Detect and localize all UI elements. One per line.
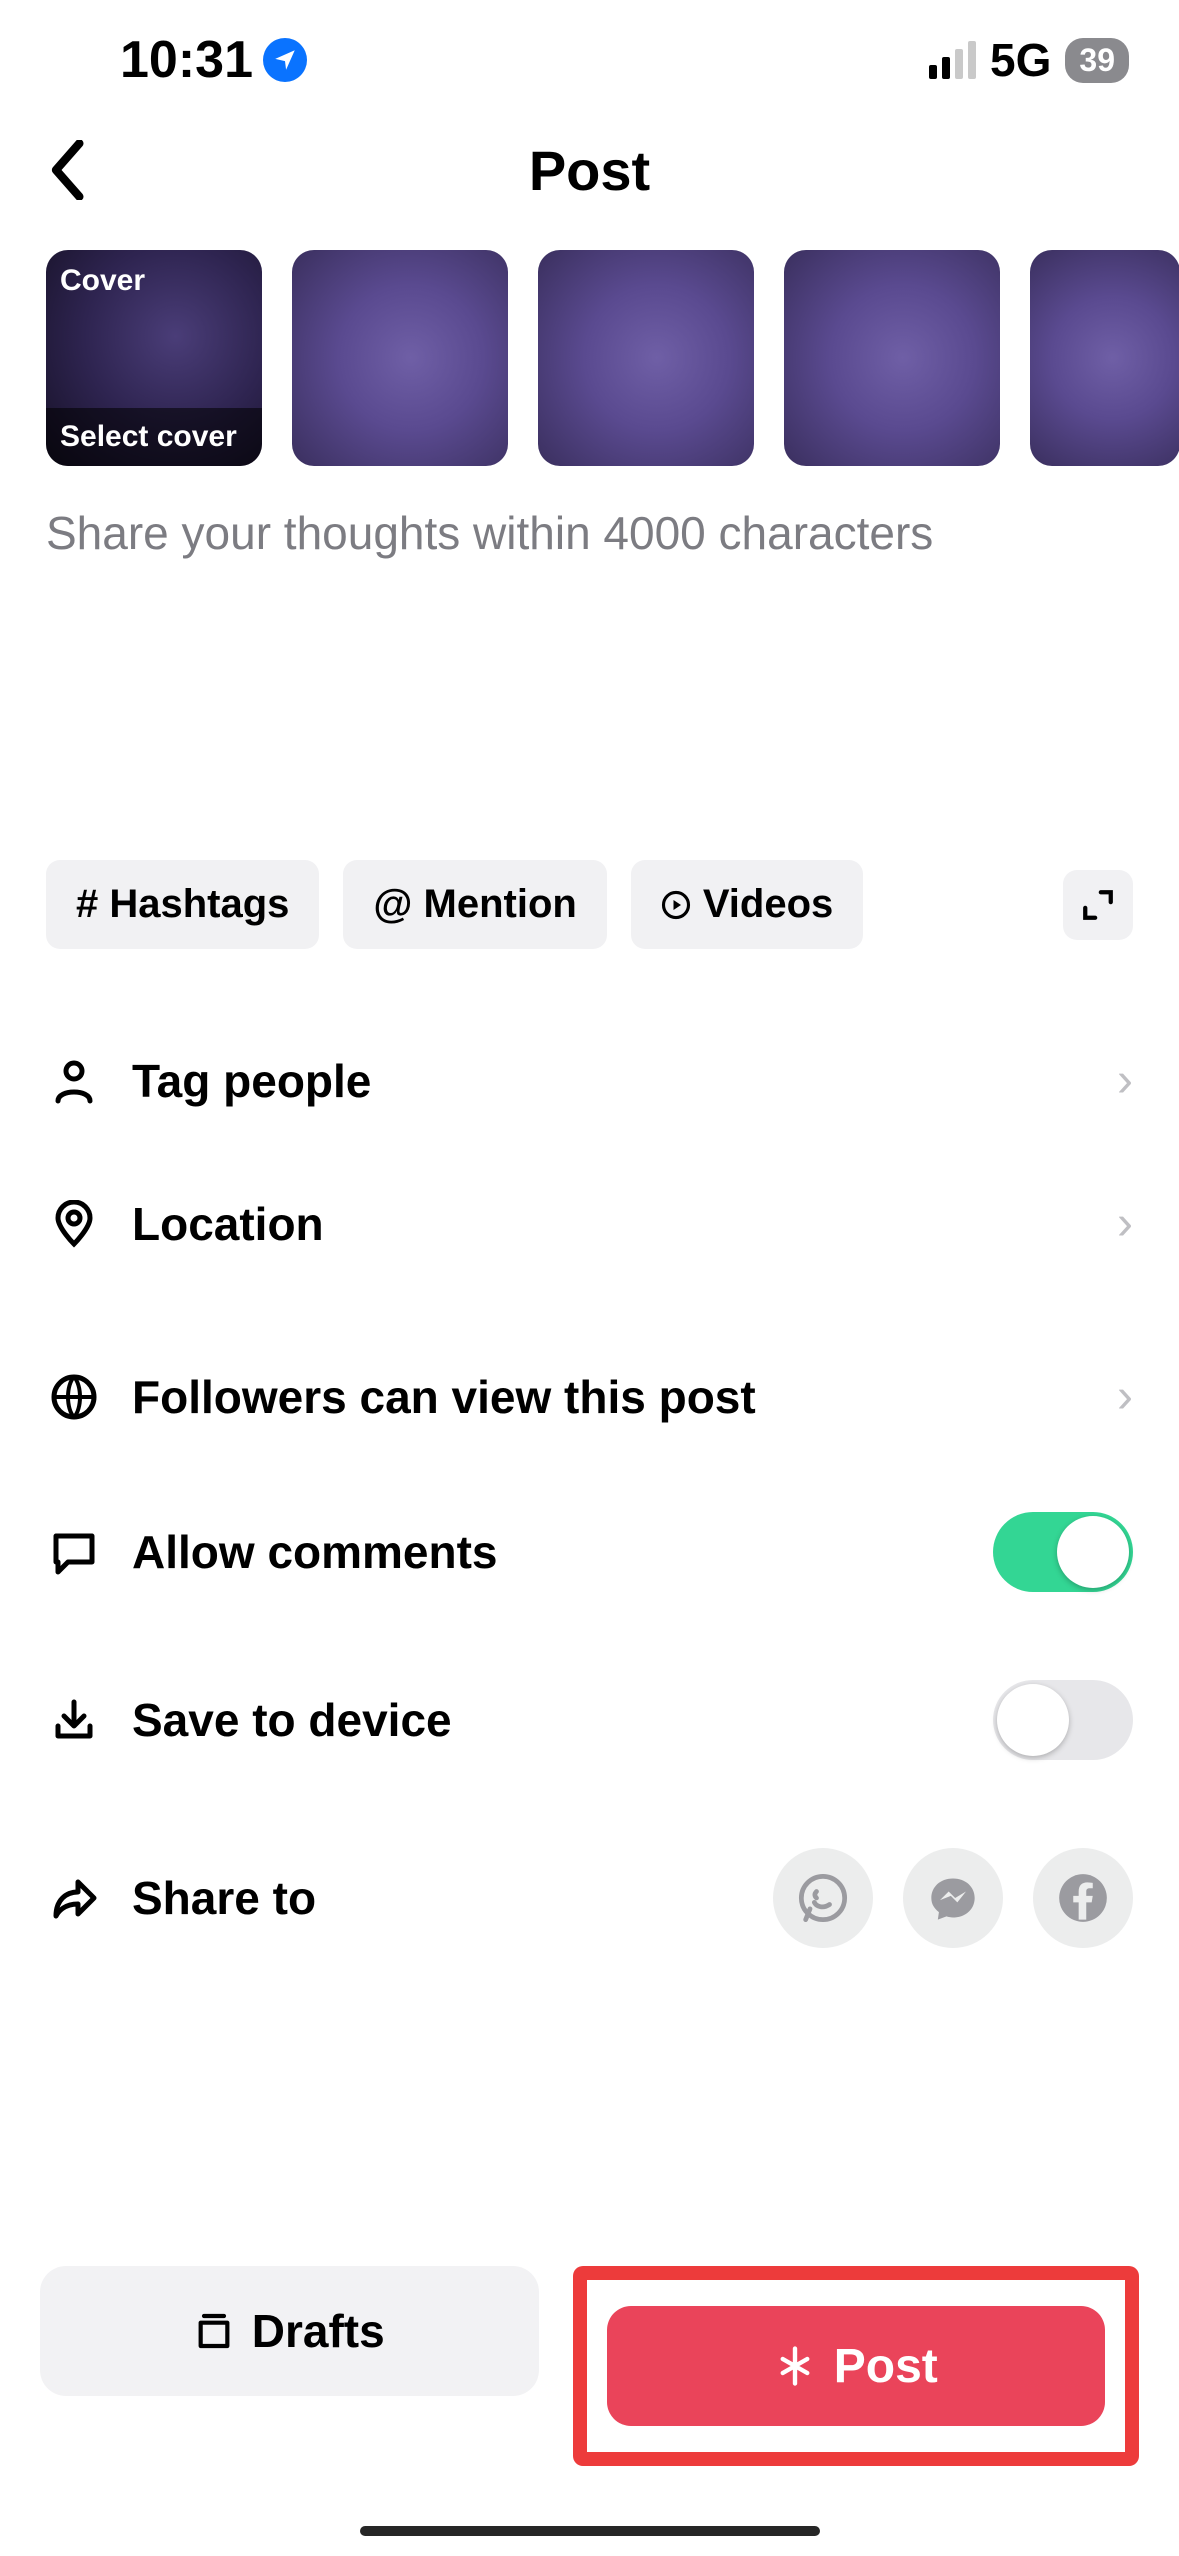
back-button[interactable] <box>46 140 86 200</box>
globe-icon <box>46 1373 102 1421</box>
options-list: Tag people › Location › Followers can vi… <box>0 1009 1179 1992</box>
save-device-label: Save to device <box>132 1693 963 1747</box>
post-button[interactable]: Post <box>607 2306 1106 2426</box>
chips-row: # Hashtags @ Mention Videos <box>0 860 1179 949</box>
cellular-signal-icon <box>929 41 976 79</box>
tag-people-row[interactable]: Tag people › <box>46 1009 1133 1152</box>
post-button-label: Post <box>834 2339 938 2394</box>
share-to-row: Share to <box>46 1804 1133 1992</box>
status-left: 10:31 <box>120 30 307 90</box>
save-device-toggle[interactable] <box>993 1680 1133 1760</box>
caption-placeholder: Share your thoughts within 4000 characte… <box>46 506 1133 560</box>
network-label: 5G <box>990 33 1051 87</box>
whatsapp-share-button[interactable] <box>773 1848 873 1948</box>
chevron-right-icon: › <box>1117 1369 1133 1424</box>
play-icon <box>661 890 691 920</box>
allow-comments-label: Allow comments <box>132 1525 963 1579</box>
mention-chip[interactable]: @ Mention <box>343 860 606 949</box>
photo-thumbnail[interactable] <box>784 250 1000 466</box>
videos-chip[interactable]: Videos <box>631 860 863 949</box>
home-indicator <box>360 2526 820 2536</box>
post-button-highlight: Post <box>573 2266 1140 2466</box>
drafts-button-label: Drafts <box>252 2304 385 2358</box>
location-services-icon <box>263 38 307 82</box>
messenger-share-button[interactable] <box>903 1848 1003 1948</box>
select-cover-label: Select cover <box>46 408 262 466</box>
person-icon <box>46 1057 102 1105</box>
page-title: Post <box>529 138 650 203</box>
photo-thumbnail[interactable] <box>1030 250 1179 466</box>
allow-comments-row: Allow comments <box>46 1468 1133 1636</box>
facebook-share-button[interactable] <box>1033 1848 1133 1948</box>
status-bar: 10:31 5G 39 <box>0 0 1179 110</box>
drafts-icon <box>194 2311 234 2351</box>
chevron-right-icon: › <box>1117 1053 1133 1108</box>
header: Post <box>0 110 1179 230</box>
location-pin-icon <box>46 1200 102 1248</box>
mention-chip-label: @ Mention <box>373 882 576 927</box>
videos-chip-label: Videos <box>703 882 833 927</box>
battery-badge: 39 <box>1065 38 1129 83</box>
status-time: 10:31 <box>120 30 253 90</box>
save-device-row: Save to device <box>46 1636 1133 1804</box>
privacy-label: Followers can view this post <box>132 1370 1087 1424</box>
cover-label: Cover <box>60 264 145 298</box>
caption-input[interactable]: Share your thoughts within 4000 characte… <box>0 486 1179 580</box>
share-targets <box>773 1848 1133 1948</box>
cover-thumbnail[interactable]: Cover Select cover <box>46 250 262 466</box>
share-arrow-icon <box>46 1874 102 1922</box>
location-label: Location <box>132 1197 1087 1251</box>
chevron-right-icon: › <box>1117 1196 1133 1251</box>
hashtags-chip-label: # Hashtags <box>76 882 289 927</box>
photo-thumbnail[interactable] <box>538 250 754 466</box>
bottom-action-bar: Drafts Post <box>0 2266 1179 2466</box>
download-icon <box>46 1696 102 1744</box>
hashtags-chip[interactable]: # Hashtags <box>46 860 319 949</box>
comment-icon <box>46 1528 102 1576</box>
allow-comments-toggle[interactable] <box>993 1512 1133 1592</box>
drafts-button[interactable]: Drafts <box>40 2266 539 2396</box>
cover-thumbnail-strip[interactable]: Cover Select cover <box>0 230 1179 486</box>
location-row[interactable]: Location › <box>46 1152 1133 1295</box>
share-to-label: Share to <box>132 1871 743 1925</box>
privacy-row[interactable]: Followers can view this post › <box>46 1325 1133 1468</box>
photo-thumbnail[interactable] <box>292 250 508 466</box>
expand-button[interactable] <box>1063 870 1133 940</box>
status-right: 5G 39 <box>929 33 1129 87</box>
tag-people-label: Tag people <box>132 1054 1087 1108</box>
post-sparkle-icon <box>774 2345 816 2387</box>
